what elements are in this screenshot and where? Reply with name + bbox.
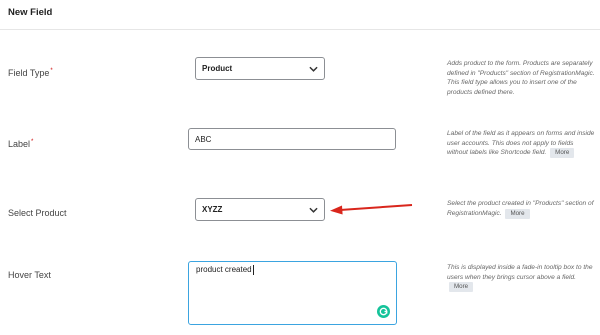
label-field-label: Label* xyxy=(8,139,34,149)
select-product-label: Select Product xyxy=(8,208,67,218)
select-product-select[interactable]: XYZZ xyxy=(195,198,325,221)
select-product-help: Select the product created in "Products"… xyxy=(447,200,594,219)
chevron-down-icon xyxy=(309,66,318,72)
hover-text-textarea[interactable]: product created xyxy=(188,261,397,325)
red-arrow-icon xyxy=(330,204,413,215)
form-header: New Field xyxy=(0,0,600,30)
page-title: New Field xyxy=(8,7,53,18)
chevron-down-icon xyxy=(309,207,318,213)
field-type-help: Adds product to the form. Products are s… xyxy=(447,60,595,96)
hover-text-help: This is displayed inside a fade-in toolt… xyxy=(447,264,593,293)
more-button[interactable]: More xyxy=(449,282,474,293)
label-input[interactable]: ABC xyxy=(188,128,396,150)
field-type-value: Product xyxy=(202,64,233,73)
more-button[interactable]: More xyxy=(550,148,575,159)
select-product-value: XYZZ xyxy=(202,205,223,214)
required-mark: * xyxy=(31,139,34,145)
text-cursor xyxy=(252,265,254,275)
required-mark: * xyxy=(50,68,53,74)
more-button[interactable]: More xyxy=(505,208,530,219)
label-help: Label of the field as it appears on form… xyxy=(447,130,595,159)
field-type-label: Field Type* xyxy=(8,68,53,78)
grammarly-icon[interactable] xyxy=(377,305,390,318)
field-type-select[interactable]: Product xyxy=(195,57,325,80)
hover-text-label: Hover Text xyxy=(8,270,51,280)
hover-text-value: product created xyxy=(196,265,252,275)
